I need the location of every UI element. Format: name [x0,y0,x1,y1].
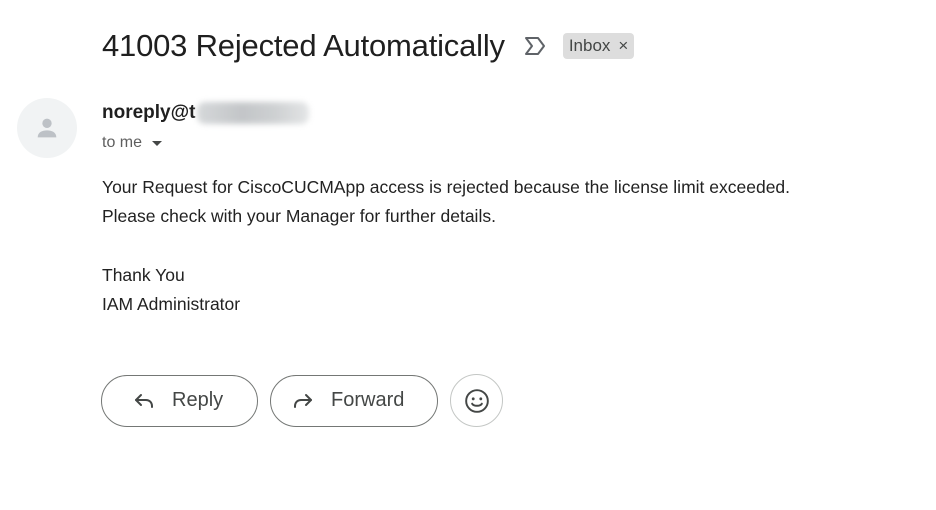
body-line: Your Request for CiscoCUCMApp access is … [102,177,791,197]
reply-actions: Reply Forward [101,374,503,427]
emoji-reaction-button[interactable] [450,374,503,427]
body-line: Please check with your Manager for furth… [102,206,496,226]
inbox-label-chip[interactable]: Inbox × [562,33,635,59]
forward-button[interactable]: Forward [270,374,438,427]
caret-down-icon [152,140,163,146]
reply-label: Reply [172,389,224,411]
email-view: 41003 Rejected Automatically Inbox × nor… [0,0,936,510]
sender-avatar[interactable] [17,98,77,158]
forward-label: Forward [331,389,405,411]
signoff-line: Thank You [102,265,185,285]
forward-arrow-icon [291,389,315,413]
email-subject: 41003 Rejected Automatically [102,28,505,63]
reply-arrow-icon [132,389,156,413]
email-body: Your Request for CiscoCUCMApp access is … [102,173,790,319]
inbox-label-text: Inbox [568,36,611,55]
signoff-line: IAM Administrator [102,294,241,314]
sender-address: noreply@t [102,102,196,123]
important-marker-icon[interactable] [523,35,549,57]
smiley-icon [464,388,489,413]
remove-label-close-icon[interactable]: × [618,36,628,56]
person-icon [37,118,57,138]
reply-button[interactable]: Reply [101,374,258,427]
redacted-sender-domain [197,102,310,124]
recipient-label: to me [102,134,143,151]
recipient-details-toggle[interactable]: to me [102,134,163,152]
sender-name[interactable]: noreply@t [102,102,310,124]
subject-row: 41003 Rejected Automatically Inbox × [102,26,635,66]
